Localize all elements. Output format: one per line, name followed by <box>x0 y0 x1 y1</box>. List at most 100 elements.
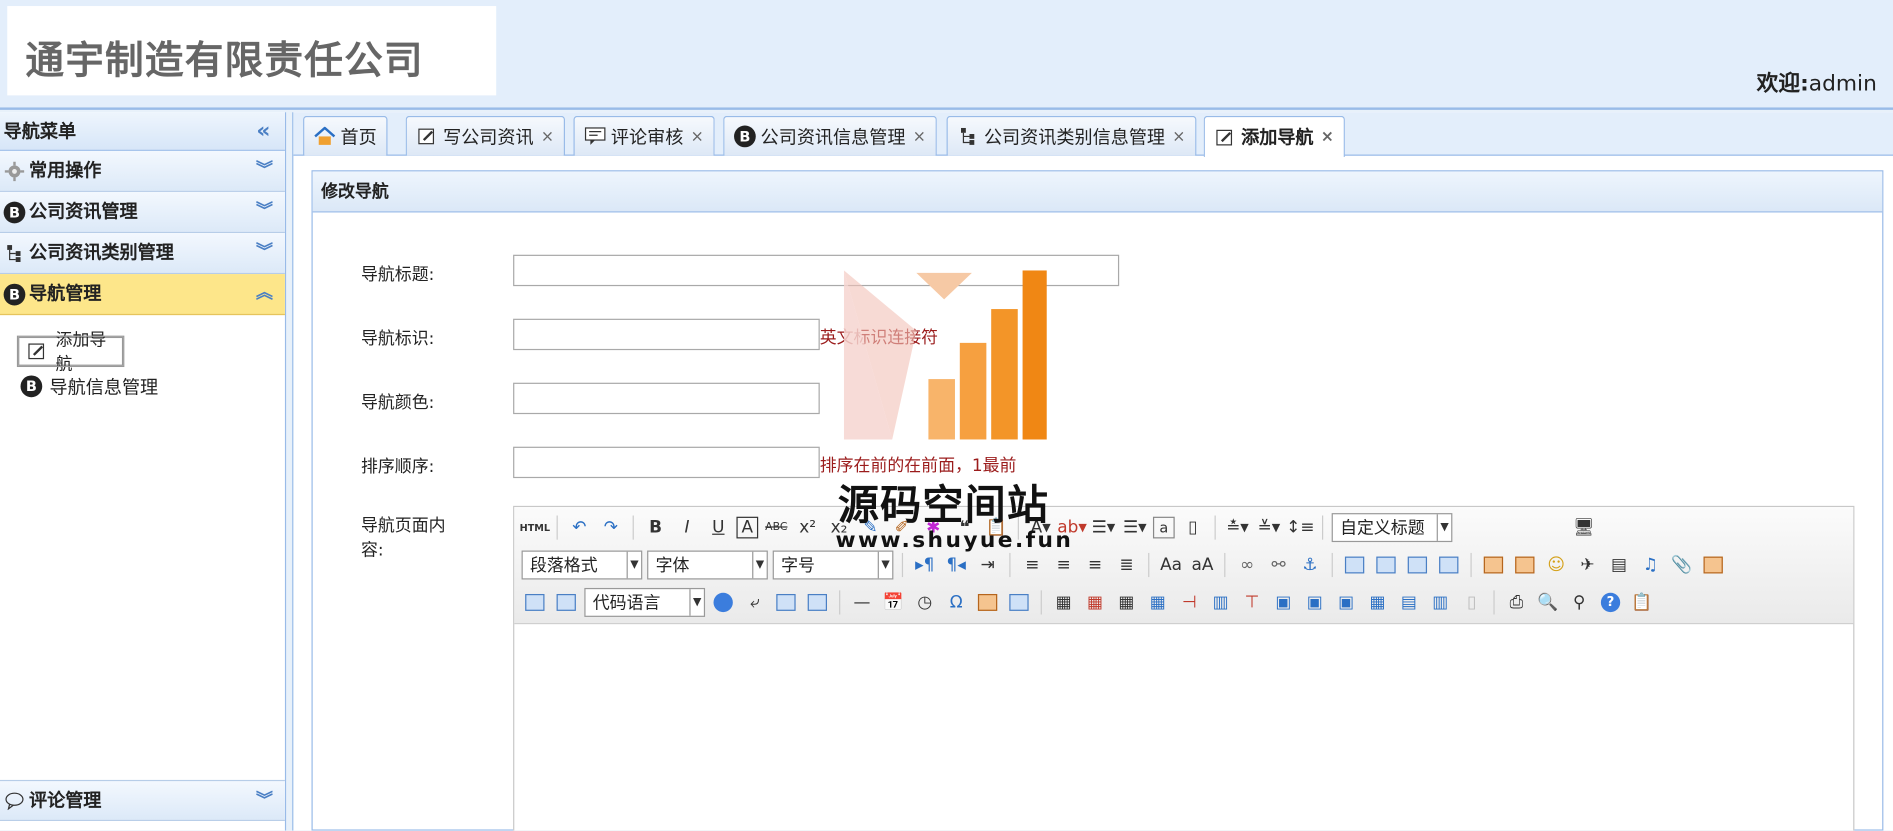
sidebar-section-common[interactable]: 常用操作 ︾ <box>0 150 285 192</box>
tab-write-news[interactable]: 写公司资讯 × <box>405 115 565 156</box>
link-icon[interactable]: ∞ <box>1234 552 1261 579</box>
merge-cells-icon[interactable]: ▣ <box>1270 589 1297 616</box>
paragraph-select[interactable]: 段落格式 ▼ <box>521 550 643 580</box>
fullscreen-icon[interactable]: 🖥 <box>1571 514 1598 541</box>
wordimage-icon[interactable] <box>974 589 1001 616</box>
chevron-down-icon[interactable]: ︾ <box>256 192 273 232</box>
insert-table-icon[interactable]: ▦ <box>1050 589 1077 616</box>
background-icon[interactable] <box>773 589 800 616</box>
nav-color-input[interactable] <box>513 382 820 415</box>
unordered-list-icon[interactable]: ☰▾ <box>1122 514 1149 541</box>
clear-doc-icon[interactable]: ▯ <box>1180 514 1207 541</box>
simple-upload-icon[interactable] <box>1480 552 1507 579</box>
ordered-list-icon[interactable]: ☰▾ <box>1090 514 1117 541</box>
time-icon[interactable]: ◷ <box>912 589 939 616</box>
sidebar-item-add-nav[interactable]: 添加导航 <box>16 331 125 374</box>
close-icon[interactable]: × <box>1172 127 1185 145</box>
print-icon[interactable]: ⎙ <box>1503 589 1530 616</box>
tab-news-info[interactable]: B 公司资讯信息管理 × <box>723 115 937 156</box>
nav-ident-input[interactable] <box>513 318 820 351</box>
align-left-icon[interactable]: ≡ <box>1019 552 1046 579</box>
ltr-icon[interactable]: ▸¶ <box>912 552 939 579</box>
map-icon[interactable] <box>1700 552 1727 579</box>
nav-order-input[interactable] <box>513 446 820 479</box>
to-lowercase-icon[interactable]: aA <box>1189 552 1216 579</box>
merge-right-icon[interactable]: ▣ <box>1301 589 1328 616</box>
tab-review-comments[interactable]: 评论审核 × <box>573 115 715 156</box>
music-icon[interactable]: ♫ <box>1637 552 1664 579</box>
underline-icon[interactable]: U <box>705 514 732 541</box>
sidebar-section-nav[interactable]: B 导航管理 ︽ <box>0 274 285 316</box>
row-spacing-bottom-icon[interactable]: ≚▾ <box>1256 514 1283 541</box>
font-size-select[interactable]: 字号 ▼ <box>772 550 894 580</box>
chart-icon[interactable]: ▯ <box>1458 589 1485 616</box>
delete-row-icon[interactable]: ⊣ <box>1176 589 1203 616</box>
sidebar-section-news-category[interactable]: 公司资讯类别管理 ︾ <box>0 233 285 275</box>
indent-icon[interactable]: ⇥ <box>974 552 1001 579</box>
chevron-down-icon[interactable]: ︾ <box>256 233 273 273</box>
merge-down-icon[interactable]: ▣ <box>1333 589 1360 616</box>
help-icon[interactable]: ? <box>1597 589 1624 616</box>
insert-row-icon[interactable]: ▦ <box>1145 589 1172 616</box>
undo-icon[interactable]: ↶ <box>566 514 593 541</box>
align-center-icon[interactable]: ≡ <box>1050 552 1077 579</box>
special-char-icon[interactable]: Ω <box>943 589 970 616</box>
align-justify-icon[interactable]: ≣ <box>1113 552 1140 579</box>
attachment-icon[interactable]: 📎 <box>1668 552 1695 579</box>
unlink-icon[interactable]: ⚯ <box>1265 552 1292 579</box>
line-height-icon[interactable]: ↕≡ <box>1286 514 1314 541</box>
split-cells-icon[interactable]: ▦ <box>1364 589 1391 616</box>
insert-image-icon[interactable] <box>1512 552 1539 579</box>
image-right-icon[interactable] <box>1404 552 1431 579</box>
html-source-icon[interactable]: HTML <box>520 514 550 541</box>
collapse-sidebar-icon[interactable]: « <box>256 112 270 151</box>
to-uppercase-icon[interactable]: Aa <box>1158 552 1185 579</box>
bold-icon[interactable]: B <box>642 514 669 541</box>
sidebar-item-nav-info[interactable]: B 导航信息管理 <box>18 367 285 406</box>
insert-video-icon[interactable]: ▤ <box>1606 552 1633 579</box>
search-replace-icon[interactable]: ⚲ <box>1566 589 1593 616</box>
superscript-icon[interactable]: x² <box>794 514 821 541</box>
scrawl-icon[interactable]: ✈ <box>1574 552 1601 579</box>
redo-icon[interactable]: ↷ <box>598 514 625 541</box>
font-family-select[interactable]: 字体 ▼ <box>647 550 768 580</box>
delete-col-icon[interactable]: ⊤ <box>1239 589 1266 616</box>
chevron-up-icon[interactable]: ︽ <box>256 274 273 314</box>
insert-frame-icon[interactable] <box>553 589 580 616</box>
rtl-icon[interactable]: ¶◂ <box>943 552 970 579</box>
split-cols-icon[interactable]: ▥ <box>1427 589 1454 616</box>
image-none-icon[interactable] <box>1341 552 1368 579</box>
code-language-select[interactable]: 代码语言 ▼ <box>584 587 706 617</box>
image-left-icon[interactable] <box>1373 552 1400 579</box>
drafts-icon[interactable]: 📋 <box>1629 589 1656 616</box>
delete-table-icon[interactable]: ▦ <box>1082 589 1109 616</box>
preview-icon[interactable]: 🔍 <box>1534 589 1561 616</box>
anchor-icon[interactable]: ⚓ <box>1297 552 1324 579</box>
tab-home[interactable]: 首页 <box>303 115 388 156</box>
web-app-icon[interactable] <box>710 589 737 616</box>
image-center-icon[interactable] <box>1435 552 1462 579</box>
close-icon[interactable]: × <box>1321 128 1334 146</box>
align-right-icon[interactable]: ≡ <box>1082 552 1109 579</box>
google-map-icon[interactable] <box>522 589 549 616</box>
insert-col-icon[interactable]: ▥ <box>1207 589 1234 616</box>
split-rows-icon[interactable]: ▤ <box>1396 589 1423 616</box>
horizontal-rule-icon[interactable]: — <box>849 589 876 616</box>
word-import-icon[interactable] <box>1006 589 1033 616</box>
date-icon[interactable]: 📅 <box>880 589 907 616</box>
emotion-icon[interactable]: ☺ <box>1543 552 1570 579</box>
strikethrough-icon[interactable]: ABC <box>763 514 790 541</box>
font-border-icon[interactable]: A <box>736 516 759 539</box>
tab-news-category[interactable]: 公司资讯类别信息管理 × <box>946 115 1197 156</box>
sidebar-section-comments[interactable]: 评论管理 ︾ <box>0 779 285 821</box>
chevron-down-icon[interactable]: ︾ <box>256 151 273 191</box>
select-all-icon[interactable]: a <box>1152 516 1175 539</box>
custom-title-select[interactable]: 自定义标题 ▼ <box>1331 513 1453 543</box>
page-break-icon[interactable]: ⤶ <box>741 589 768 616</box>
close-icon[interactable]: × <box>541 127 554 145</box>
italic-icon[interactable]: I <box>674 514 701 541</box>
row-spacing-top-icon[interactable]: ≛▾ <box>1224 514 1251 541</box>
close-icon[interactable]: × <box>913 127 926 145</box>
tab-add-nav[interactable]: 添加导航 × <box>1203 115 1345 157</box>
close-icon[interactable]: × <box>691 127 704 145</box>
